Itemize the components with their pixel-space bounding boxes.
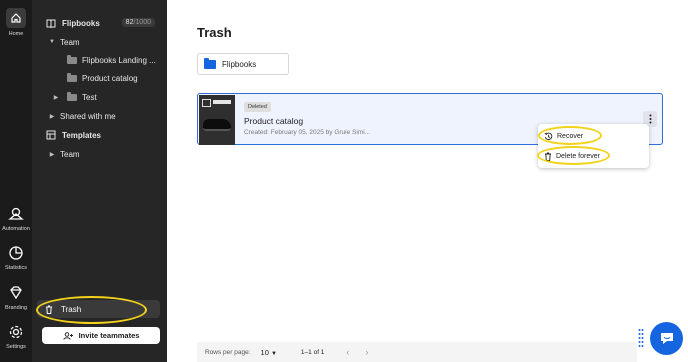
chat-icon: [660, 333, 673, 344]
sidebar-flipbooks-label: Flipbooks: [62, 18, 100, 28]
invite-teammates-label: Invite teammates: [78, 331, 140, 340]
sidebar-item-team[interactable]: ▼ Team: [32, 34, 167, 50]
sidebar-item-templates-team-label: Team: [60, 149, 80, 159]
chevron-down-icon: ▼: [270, 350, 277, 357]
prev-page-button[interactable]: ‹: [346, 347, 349, 357]
statistics-icon: [9, 246, 23, 260]
rows-per-page-label: Rows per page:: [205, 348, 251, 356]
rail-settings[interactable]: Settings: [0, 323, 32, 350]
menu-item-delete-label: Delete forever: [556, 152, 600, 160]
rail-automation[interactable]: Automation: [0, 205, 32, 232]
sidebar-folder-landing[interactable]: Flipbooks Landing ...: [32, 52, 167, 68]
thumbnail-logo: [202, 99, 211, 107]
sidebar-folder-label: Test: [82, 92, 97, 102]
chevron-right-icon: ▶: [49, 151, 55, 158]
counter-max: /1000: [133, 19, 151, 26]
rail-statistics[interactable]: Statistics: [0, 244, 32, 271]
kebab-icon: [649, 114, 651, 124]
folder-icon: [204, 57, 216, 69]
home-icon: [11, 13, 21, 23]
flipbook-counter-badge: 82/1000: [121, 18, 155, 27]
folder-icon: [67, 91, 77, 101]
main-content: Trash Flipbooks Deleted Product catalog …: [167, 0, 688, 362]
sidebar-folder-product-catalog[interactable]: Product catalog: [32, 70, 167, 86]
card-context-menu: Recover Delete forever: [538, 124, 649, 168]
status-badge: Deleted: [244, 102, 271, 112]
diamond-icon: [10, 286, 22, 300]
rail-settings-label: Settings: [6, 344, 26, 350]
restore-icon: [544, 132, 553, 140]
app-rail: Home Automation Statistics Branding Sett…: [0, 0, 32, 362]
trash-icon: [46, 305, 52, 314]
chat-support-button[interactable]: [650, 322, 683, 355]
menu-item-recover[interactable]: Recover: [544, 129, 583, 143]
sidebar-templates[interactable]: Templates: [32, 127, 167, 143]
rail-home[interactable]: Home: [0, 8, 32, 37]
thumbnail-text: [213, 100, 231, 104]
sidebar-item-trash-label: Trash: [61, 304, 82, 314]
menu-item-recover-label: Recover: [557, 132, 584, 140]
book-icon: [46, 19, 56, 28]
chevron-right-icon: ▶: [49, 113, 55, 120]
chevron-down-icon: ▼: [49, 39, 55, 45]
rows-per-page-select[interactable]: 10 ▼: [261, 348, 277, 357]
chevron-right-icon: ▶: [53, 94, 59, 101]
templates-icon: [46, 130, 56, 140]
flipbook-thumbnail: [199, 95, 235, 145]
drag-handle-icon[interactable]: [638, 328, 644, 348]
sidebar-item-shared-label: Shared with me: [60, 111, 116, 121]
thumbnail-shoe-image: [203, 119, 231, 131]
sidebar-folder-label: Product catalog: [82, 73, 138, 83]
add-user-icon: [62, 331, 73, 340]
folder-icon: [67, 54, 77, 64]
invite-teammates-button[interactable]: Invite teammates: [42, 327, 160, 344]
sidebar-item-templates-team[interactable]: ▶ Team: [32, 146, 167, 162]
rail-branding[interactable]: Branding: [0, 284, 32, 311]
card-title: Product catalog: [244, 116, 304, 126]
folder-chip-label: Flipbooks: [222, 59, 257, 69]
pagination-footer: Rows per page: 10 ▼ 1–1 of 1 ‹ ›: [197, 342, 637, 362]
sidebar-folder-test[interactable]: ▶ Test: [32, 89, 167, 105]
sidebar-folder-label: Flipbooks Landing ...: [82, 55, 156, 65]
rail-home-label: Home: [8, 31, 24, 37]
trash-icon: [545, 152, 551, 161]
rail-branding-label: Branding: [4, 305, 28, 311]
sidebar: Flipbooks 82/1000 ▼ Team Flipbooks Landi…: [32, 0, 167, 362]
card-subtitle: Created: February 05, 2025 by Gruie Simi…: [244, 129, 371, 136]
sidebar-item-trash[interactable]: Trash: [37, 300, 160, 318]
automation-icon: [8, 207, 24, 220]
rail-statistics-label: Statistics: [4, 265, 27, 271]
sidebar-item-team-label: Team: [60, 37, 80, 47]
sidebar-templates-label: Templates: [62, 130, 101, 140]
rail-automation-label: Automation: [2, 226, 30, 232]
menu-item-delete-forever[interactable]: Delete forever: [544, 149, 600, 163]
sidebar-item-shared[interactable]: ▶ Shared with me: [32, 108, 167, 124]
gear-icon: [9, 325, 23, 339]
rows-per-page-value: 10: [260, 347, 269, 357]
folder-icon: [67, 72, 77, 82]
next-page-button[interactable]: ›: [365, 347, 368, 357]
folder-chip-flipbooks[interactable]: Flipbooks: [197, 53, 289, 75]
pagination-range: 1–1 of 1: [300, 348, 325, 356]
page-title: Trash: [197, 25, 232, 40]
